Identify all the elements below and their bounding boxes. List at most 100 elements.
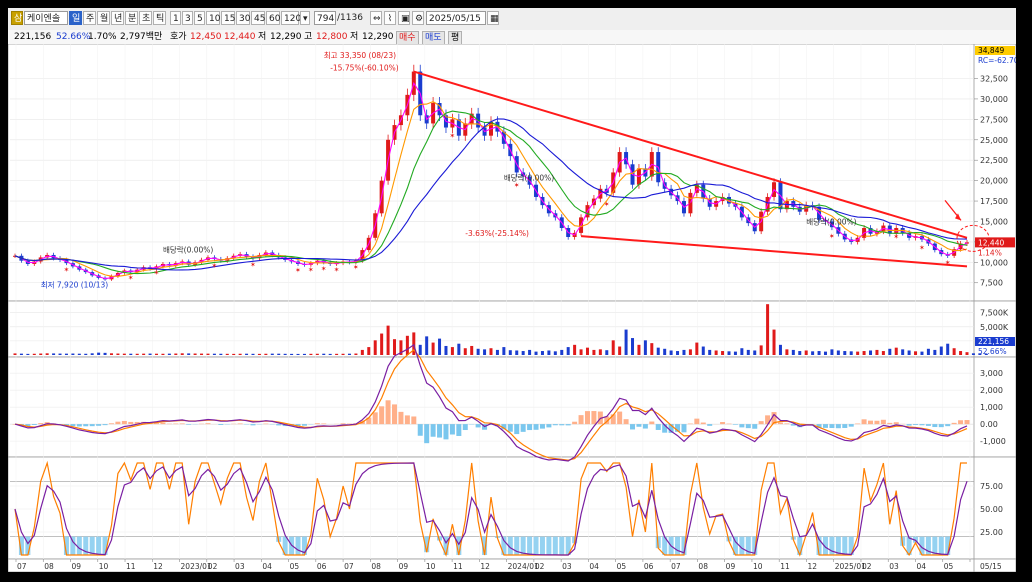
minute-15-button[interactable]: 15	[221, 11, 235, 25]
macd-osc-bar	[96, 424, 102, 426]
volume-bar	[830, 349, 834, 355]
zoom-icon[interactable]: ⇔	[370, 11, 382, 25]
macd-tick-label: 0.00	[980, 420, 998, 429]
macd-osc-bar	[115, 421, 121, 425]
period-month-button[interactable]: 월	[97, 11, 110, 25]
volume-bar	[483, 349, 487, 355]
volume-bar	[470, 345, 474, 355]
volume-bar	[354, 353, 358, 355]
volume-bar	[39, 353, 43, 355]
volume-bar	[219, 353, 223, 355]
x-tick-label: 02	[862, 562, 872, 571]
x-tick-label: 09	[726, 562, 736, 571]
volume-bar	[463, 348, 467, 355]
save-icon[interactable]: ▣	[398, 11, 410, 25]
volume-bar	[573, 344, 577, 355]
price-tick-label: 32,500	[980, 75, 1008, 84]
price-tick-label: 10,000	[980, 258, 1008, 267]
stoch-oversold-fill	[527, 536, 533, 555]
minute-3-button[interactable]: 3	[182, 11, 193, 25]
x-tick-label: 05/15	[980, 562, 1002, 571]
macd-osc-bar	[449, 424, 455, 435]
marker-star: ✶	[250, 261, 256, 269]
volume-bar	[174, 353, 178, 355]
volume-bar	[405, 335, 409, 355]
volume-bar	[515, 350, 519, 355]
volume-bar	[476, 348, 480, 355]
period-day-button[interactable]: 일	[69, 11, 82, 25]
volume-bar	[193, 353, 197, 355]
volume-bar	[663, 348, 667, 355]
volume-bar	[283, 353, 287, 355]
volume-bar	[624, 329, 628, 355]
macd-osc-bar	[462, 424, 468, 431]
volume-bar	[187, 353, 191, 355]
macd-osc-bar	[437, 424, 443, 438]
marker-star: ✶	[63, 266, 69, 274]
volume-bar	[347, 353, 351, 355]
count-input[interactable]: 794	[314, 11, 336, 25]
marker-star: ✶	[449, 132, 455, 140]
stock-logo-icon[interactable]: 삼	[11, 11, 23, 25]
macd-osc-bar	[964, 420, 970, 425]
volume-bar	[225, 353, 229, 355]
minute-120-button[interactable]: 120	[281, 11, 301, 25]
macd-osc-bar	[276, 424, 282, 426]
volume-bar	[457, 343, 461, 355]
x-tick-label: 03	[889, 562, 899, 571]
period-week-button[interactable]: 주	[83, 11, 96, 25]
macd-osc-bar	[411, 416, 417, 425]
flat-button[interactable]: 평	[448, 31, 463, 45]
x-tick-label: 04	[916, 562, 926, 571]
period-year-button[interactable]: 년	[111, 11, 124, 25]
volume-bar	[315, 353, 319, 355]
volume-bar	[155, 353, 159, 355]
volume-bar	[129, 353, 133, 355]
sell-button[interactable]: 매도	[422, 31, 445, 45]
volume-bar	[495, 349, 499, 355]
minute-60-button[interactable]: 60	[266, 11, 280, 25]
chart-icon[interactable]: ⌇	[384, 11, 396, 25]
date-input[interactable]: 2025/05/15	[426, 11, 486, 25]
minute-45-button[interactable]: 45	[251, 11, 265, 25]
minute-5-button[interactable]: 5	[194, 11, 205, 25]
chart-area[interactable]: 32,500 30,000 27,500 25,000 22,500 20,000 17,5…	[8, 44, 1016, 572]
minute-1-button[interactable]: 1	[170, 11, 181, 25]
x-tick-label: 10	[753, 562, 763, 571]
macd-osc-bar	[623, 419, 629, 425]
volume-bar	[367, 347, 371, 355]
minute-30-button[interactable]: 30	[236, 11, 250, 25]
volume-bar	[64, 353, 68, 355]
macd-osc-bar	[726, 423, 732, 425]
volume-bar	[933, 349, 937, 355]
volume-bar	[540, 351, 544, 355]
annotation-high: 최고 33,350 (08/23)	[324, 50, 396, 60]
macd-osc-bar	[880, 419, 886, 425]
volume-ratio: 52.66%	[56, 32, 91, 42]
buy-button[interactable]: 매수	[396, 31, 419, 45]
macd-osc-bar	[385, 400, 391, 425]
minute-10-button[interactable]: 10	[206, 11, 220, 25]
volume-bar	[161, 353, 165, 355]
high-label: 고	[304, 32, 313, 42]
volume-bar	[103, 352, 107, 355]
volume-bar	[611, 340, 615, 355]
stock-name-field[interactable]: 케이엔솔	[24, 11, 68, 25]
volume-bar	[90, 353, 94, 355]
macd-tick-label: 1,000	[980, 403, 1003, 412]
period-minute-button[interactable]: 분	[125, 11, 138, 25]
macd-osc-bar	[527, 424, 533, 431]
x-tick-label: 07	[671, 562, 681, 571]
gear-icon[interactable]: ⚙	[412, 11, 424, 25]
macd-osc-bar	[874, 420, 880, 425]
volume-bar	[585, 347, 589, 355]
volume-bar	[785, 349, 789, 355]
volume-bar	[875, 349, 879, 355]
volume-bar	[418, 344, 422, 355]
chevron-down-icon[interactable]: ▾	[300, 11, 310, 25]
volume-bar	[97, 352, 101, 355]
volume-bar	[553, 351, 557, 355]
calendar-icon[interactable]: ▦	[487, 11, 499, 25]
period-second-button[interactable]: 초	[139, 11, 152, 25]
period-tick-button[interactable]: 틱	[153, 11, 166, 25]
